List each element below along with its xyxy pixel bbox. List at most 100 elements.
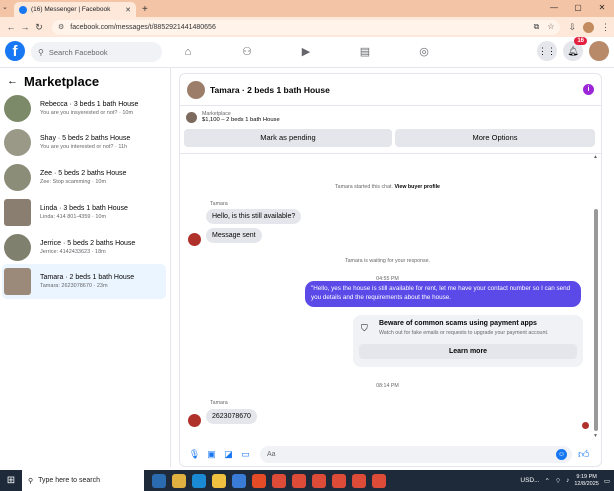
sender-name: Tamara (210, 201, 228, 207)
windows-start-icon[interactable]: ⊞ (0, 475, 22, 486)
mark-pending-button[interactable]: Mark as pending (184, 129, 392, 147)
browser-menu-icon[interactable]: ⋮ (601, 22, 610, 33)
view-buyer-profile-link[interactable]: View buyer profile (394, 184, 440, 190)
conversation-item[interactable]: Rebecca · 3 beds 1 bath House You are yo… (2, 91, 166, 126)
new-tab-button[interactable]: + (142, 2, 148, 17)
listing-thumbnail (4, 164, 31, 191)
facebook-top-nav: f ⚲ Search Facebook ⌂ ⚇ ▶ ▤ ◎ ⋮⋮ 🔔︎ 16 (0, 37, 614, 68)
clock[interactable]: 9:19 PM 12/8/2025 (574, 474, 598, 488)
conversation-preview: You are you insyerested or not? · 10m (40, 110, 134, 116)
tray-overflow-icon[interactable]: ⌃ (545, 477, 550, 485)
conversation-item[interactable]: Zee · 5 beds 2 baths House Zee: Stop sca… (2, 160, 166, 195)
search-placeholder: Search Facebook (48, 47, 108, 57)
screen: ⌄ (16) Messenger | Facebook ✕ + — ▢ ✕ ← … (0, 0, 614, 491)
conversation-preview: Tamara: 2623078670 · 23m (40, 283, 108, 289)
office-icon[interactable] (252, 473, 266, 488)
gaming-icon[interactable]: ◎ (414, 44, 434, 60)
conversation-item[interactable]: Jerrice · 5 beds 2 baths House Jerrice: … (2, 230, 166, 265)
widgets-icon[interactable] (172, 473, 186, 488)
like-thumb-icon[interactable]: 👍︎ (578, 448, 590, 461)
chrome-icon[interactable] (292, 473, 306, 488)
account-avatar[interactable] (589, 41, 609, 61)
conversation-name: Linda · 3 beds 1 bath House (40, 205, 128, 212)
facebook-logo-icon[interactable]: f (5, 41, 25, 61)
scroll-down-icon[interactable]: ▼ (593, 433, 598, 439)
conversation-name: Rebecca · 3 beds 1 bath House (40, 101, 139, 108)
chat-panel: Tamara · 2 beds 1 bath House i Marketpla… (179, 73, 602, 467)
home-icon[interactable]: ⌂ (178, 44, 198, 60)
back-arrow-icon[interactable]: ← (7, 75, 18, 87)
chrome-icon[interactable] (332, 473, 346, 488)
scrollbar[interactable]: ▲ ▼ (593, 154, 599, 439)
friends-icon[interactable]: ⚇ (237, 44, 257, 60)
scrollbar-thumb[interactable] (594, 209, 598, 431)
incoming-message: Hello, is this still available? (206, 209, 302, 224)
search-icon: ⚲ (38, 47, 44, 57)
menu-grid-icon[interactable]: ⋮⋮ (537, 41, 557, 61)
close-window-button[interactable]: ✕ (590, 0, 614, 17)
listing-thumbnail (4, 95, 31, 122)
site-info-icon[interactable]: ⚙ (58, 23, 64, 31)
install-app-icon[interactable]: ⧉ (534, 22, 540, 32)
notification-center-icon[interactable]: ▭ (604, 477, 610, 485)
conversation-item[interactable]: Linda · 3 beds 1 bath House Linda: 414 8… (2, 195, 166, 230)
chrome-icon[interactable] (272, 473, 286, 488)
back-arrow-icon[interactable]: ← (4, 22, 18, 32)
conversation-preview: Zee: Stop scamming · 10m (40, 179, 107, 185)
download-icon[interactable]: ⇩ (568, 22, 576, 33)
microphone-icon[interactable]: 🎙︎ (186, 449, 203, 460)
search-input[interactable]: ⚲ Search Facebook (31, 42, 162, 62)
task-view-icon[interactable] (152, 473, 166, 488)
notifications-bell-icon[interactable]: 🔔︎ 16 (563, 37, 587, 61)
listing-thumbnail (4, 234, 31, 261)
store-icon[interactable] (232, 473, 246, 488)
browser-tab-strip: ⌄ (16) Messenger | Facebook ✕ + — ▢ ✕ (0, 0, 614, 17)
chrome-icon[interactable] (372, 473, 386, 488)
info-icon[interactable]: i (583, 84, 594, 95)
system-tray: USD... ⌃ ⌔ ♪ 9:19 PM 12/8/2025 ▭ (520, 470, 610, 491)
scam-warning-text: Watch out for fake emails or requests to… (379, 330, 549, 336)
watch-video-icon[interactable]: ▶ (296, 44, 316, 60)
minimize-button[interactable]: — (542, 0, 566, 17)
gif-icon[interactable]: ▭ (237, 449, 254, 460)
currency-widget[interactable]: USD... (520, 477, 539, 484)
tab-close-icon[interactable]: ✕ (125, 6, 131, 14)
scroll-up-icon[interactable]: ▲ (593, 154, 598, 160)
learn-more-button[interactable]: Learn more (359, 344, 577, 359)
network-icon[interactable]: ⌔ (555, 476, 561, 485)
volume-icon[interactable]: ♪ (566, 477, 569, 484)
photo-icon[interactable]: ▣ (203, 449, 220, 460)
windows-taskbar: ⊞ ⚲ Type here to search USD... ⌃ ⌔ ♪ 9:1 (0, 470, 614, 491)
edge-icon[interactable] (192, 473, 206, 488)
sidebar-header: ← Marketplace (0, 68, 170, 90)
taskbar-search-input[interactable]: ⚲ Type here to search (22, 470, 144, 491)
listing-summary[interactable]: Marketplace $1,100 – 2 beds 1 bath House (180, 106, 601, 128)
bookmark-star-icon[interactable]: ☆ (547, 22, 554, 32)
chat-avatar[interactable] (187, 80, 205, 99)
marketplace-icon[interactable]: ▤ (355, 44, 375, 60)
incoming-message: Message sent (206, 228, 262, 243)
forward-arrow-icon[interactable]: → (18, 22, 32, 32)
browser-tab-messenger[interactable]: (16) Messenger | Facebook ✕ (14, 2, 136, 17)
reload-icon[interactable]: ↻ (32, 22, 46, 33)
chrome-icon[interactable] (352, 473, 366, 488)
listing-thumbnail (4, 129, 31, 156)
conversation-item-active[interactable]: Tamara · 2 beds 1 bath House Tamara: 262… (2, 264, 166, 299)
chrome-icon[interactable] (312, 473, 326, 488)
sender-avatar[interactable] (188, 414, 201, 427)
maximize-button[interactable]: ▢ (566, 0, 590, 17)
conversation-item[interactable]: Shay · 5 beds 2 baths House You are you … (2, 125, 166, 160)
chat-title[interactable]: Tamara · 2 beds 1 bath House (210, 85, 330, 95)
tab-search-icon[interactable]: ⌄ (2, 3, 8, 11)
more-options-button[interactable]: More Options (395, 129, 595, 147)
emoji-icon[interactable]: ☺ (556, 448, 567, 460)
listing-value: $1,100 – 2 beds 1 bath House (202, 117, 280, 123)
url-field[interactable]: ⚙ facebook.com/messages/t/88529214414806… (52, 19, 561, 35)
sender-avatar[interactable] (188, 233, 201, 246)
message-input[interactable]: Aa ☺ (260, 445, 572, 463)
sidebar-title: Marketplace (24, 73, 100, 89)
sticker-icon[interactable]: ◪ (220, 449, 237, 460)
timestamp: 08:14 PM (376, 383, 399, 389)
file-explorer-icon[interactable] (212, 473, 226, 488)
browser-profile-avatar[interactable] (583, 21, 594, 33)
